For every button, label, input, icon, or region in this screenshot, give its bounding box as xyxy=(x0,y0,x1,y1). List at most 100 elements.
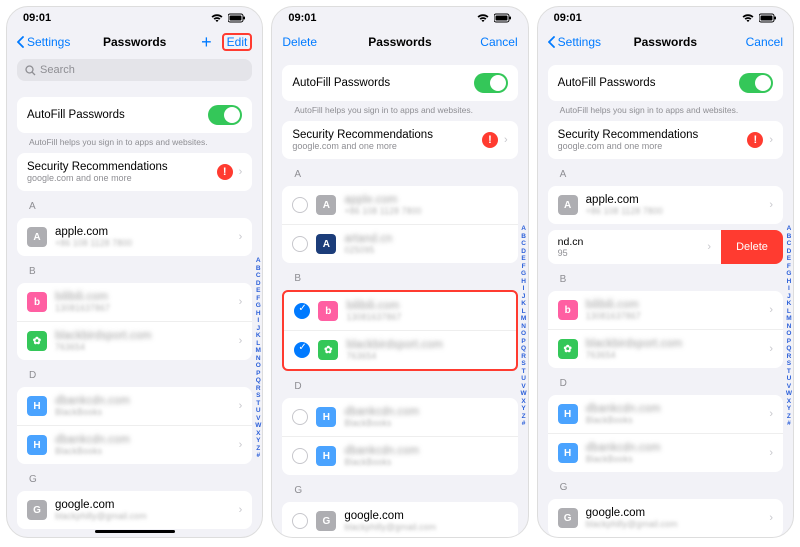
nav-back[interactable]: Settings xyxy=(17,35,70,49)
index-letter[interactable]: V xyxy=(786,383,792,391)
index-letter[interactable]: # xyxy=(521,420,527,428)
site-row-bilibili[interactable]: b bilibili.com 13081637867 › xyxy=(548,291,783,329)
site-row-blackbird[interactable]: ✿ blackbirdsport.com 763654 › xyxy=(17,321,252,360)
index-letter[interactable]: O xyxy=(521,330,527,338)
site-row-google[interactable]: G google.com blackphilly@gmail.com › xyxy=(17,491,252,529)
index-letter[interactable]: D xyxy=(521,248,527,256)
index-letter[interactable]: Q xyxy=(255,377,261,385)
index-letter[interactable]: K xyxy=(255,332,261,340)
index-bar[interactable]: ABCDEFGHIJKLMNOPQRSTUVWXYZ# xyxy=(786,225,792,428)
site-row-bilibili[interactable]: b bilibili.com 13081637867 xyxy=(284,292,515,330)
index-letter[interactable]: F xyxy=(786,263,792,271)
index-letter[interactable]: P xyxy=(786,338,792,346)
index-letter[interactable]: P xyxy=(521,338,527,346)
home-indicator[interactable] xyxy=(95,530,175,533)
index-letter[interactable]: L xyxy=(521,308,527,316)
site-row-dbank2[interactable]: H dbankcdn.com BlackBooks › xyxy=(548,433,783,472)
index-letter[interactable]: W xyxy=(521,390,527,398)
autofill-toggle[interactable] xyxy=(474,73,508,93)
index-bar[interactable]: ABCDEFGHIJKLMNOPQRSTUVWXYZ# xyxy=(255,257,261,460)
index-letter[interactable]: K xyxy=(786,300,792,308)
index-letter[interactable]: V xyxy=(255,415,261,423)
index-letter[interactable]: O xyxy=(255,362,261,370)
index-letter[interactable]: W xyxy=(255,422,261,430)
site-row-blackbird[interactable]: ✿ blackbirdsport.com 763654 xyxy=(284,330,515,369)
index-letter[interactable]: Q xyxy=(521,345,527,353)
index-letter[interactable]: G xyxy=(521,270,527,278)
index-letter[interactable]: V xyxy=(521,383,527,391)
index-letter[interactable]: E xyxy=(786,255,792,263)
index-letter[interactable]: C xyxy=(255,272,261,280)
nav-back[interactable]: Settings xyxy=(548,35,601,49)
index-letter[interactable]: R xyxy=(786,353,792,361)
index-letter[interactable]: G xyxy=(255,302,261,310)
index-letter[interactable]: C xyxy=(786,240,792,248)
autofill-toggle[interactable] xyxy=(739,73,773,93)
site-row-artand[interactable]: A artand.cn 025095 xyxy=(282,224,517,263)
select-checkbox[interactable] xyxy=(292,236,308,252)
select-checkbox[interactable] xyxy=(292,448,308,464)
site-row-dbank1[interactable]: H dbankcdn.com BlackBooks › xyxy=(17,387,252,425)
index-letter[interactable]: Q xyxy=(786,345,792,353)
index-letter[interactable]: R xyxy=(255,385,261,393)
index-letter[interactable]: X xyxy=(521,398,527,406)
index-letter[interactable]: B xyxy=(521,233,527,241)
index-letter[interactable]: H xyxy=(521,278,527,286)
cancel-button[interactable]: Cancel xyxy=(746,35,783,49)
index-letter[interactable]: T xyxy=(255,400,261,408)
index-letter[interactable]: H xyxy=(255,310,261,318)
select-checkbox[interactable] xyxy=(292,409,308,425)
select-checkbox[interactable] xyxy=(294,342,310,358)
autofill-row[interactable]: AutoFill Passwords xyxy=(548,65,783,101)
index-letter[interactable]: S xyxy=(786,360,792,368)
index-letter[interactable]: J xyxy=(255,325,261,333)
index-letter[interactable]: S xyxy=(255,392,261,400)
edit-button[interactable]: Edit xyxy=(222,33,253,51)
index-letter[interactable]: G xyxy=(786,270,792,278)
site-row-apple[interactable]: A apple.com +86 108 1128 7800 › xyxy=(17,218,252,256)
index-letter[interactable]: A xyxy=(786,225,792,233)
index-letter[interactable]: S xyxy=(521,360,527,368)
autofill-row[interactable]: AutoFill Passwords xyxy=(282,65,517,101)
site-row-google[interactable]: G google.com blackphilly@gmail.com xyxy=(282,502,517,537)
security-row[interactable]: Security Recommendations google.com and … xyxy=(282,121,517,159)
site-row-dbank2[interactable]: H dbankcdn.com BlackBooks xyxy=(282,436,517,475)
index-letter[interactable]: X xyxy=(786,398,792,406)
site-row-dbank1[interactable]: H dbankcdn.com BlackBooks xyxy=(282,398,517,436)
index-letter[interactable]: B xyxy=(255,265,261,273)
index-letter[interactable]: Y xyxy=(255,437,261,445)
index-letter[interactable]: K xyxy=(521,300,527,308)
autofill-toggle[interactable] xyxy=(208,105,242,125)
delete-button[interactable]: Delete xyxy=(282,35,317,49)
index-letter[interactable]: Y xyxy=(786,405,792,413)
site-row-dbank1[interactable]: H dbankcdn.com BlackBooks › xyxy=(548,395,783,433)
index-letter[interactable]: # xyxy=(255,452,261,460)
index-letter[interactable]: R xyxy=(521,353,527,361)
index-letter[interactable]: A xyxy=(521,225,527,233)
index-letter[interactable]: O xyxy=(786,330,792,338)
add-button[interactable]: + xyxy=(201,36,212,48)
index-letter[interactable]: U xyxy=(521,375,527,383)
cancel-button[interactable]: Cancel xyxy=(480,35,517,49)
site-row-dbank2[interactable]: H dbankcdn.com BlackBooks › xyxy=(17,425,252,464)
index-bar[interactable]: ABCDEFGHIJKLMNOPQRSTUVWXYZ# xyxy=(521,225,527,428)
swipe-delete-row[interactable]: nd.cn 95 › Delete xyxy=(548,230,783,264)
index-letter[interactable]: D xyxy=(255,280,261,288)
security-row[interactable]: Security Recommendations google.com and … xyxy=(548,121,783,159)
index-letter[interactable]: M xyxy=(521,315,527,323)
index-letter[interactable]: X xyxy=(255,430,261,438)
index-letter[interactable]: E xyxy=(521,255,527,263)
index-letter[interactable]: L xyxy=(255,340,261,348)
index-letter[interactable]: J xyxy=(786,293,792,301)
index-letter[interactable]: J xyxy=(521,293,527,301)
index-letter[interactable]: F xyxy=(255,295,261,303)
index-letter[interactable]: T xyxy=(521,368,527,376)
index-letter[interactable]: P xyxy=(255,370,261,378)
select-checkbox[interactable] xyxy=(292,197,308,213)
index-letter[interactable]: N xyxy=(786,323,792,331)
index-letter[interactable]: Z xyxy=(786,413,792,421)
site-row-apple[interactable]: A apple.com +86 108 1128 7800 › xyxy=(548,186,783,224)
site-row-google[interactable]: G google.com blackphilly@gmail.com › xyxy=(548,499,783,537)
index-letter[interactable]: I xyxy=(255,317,261,325)
site-row-apple[interactable]: A apple.com +86 108 1128 7800 xyxy=(282,186,517,224)
